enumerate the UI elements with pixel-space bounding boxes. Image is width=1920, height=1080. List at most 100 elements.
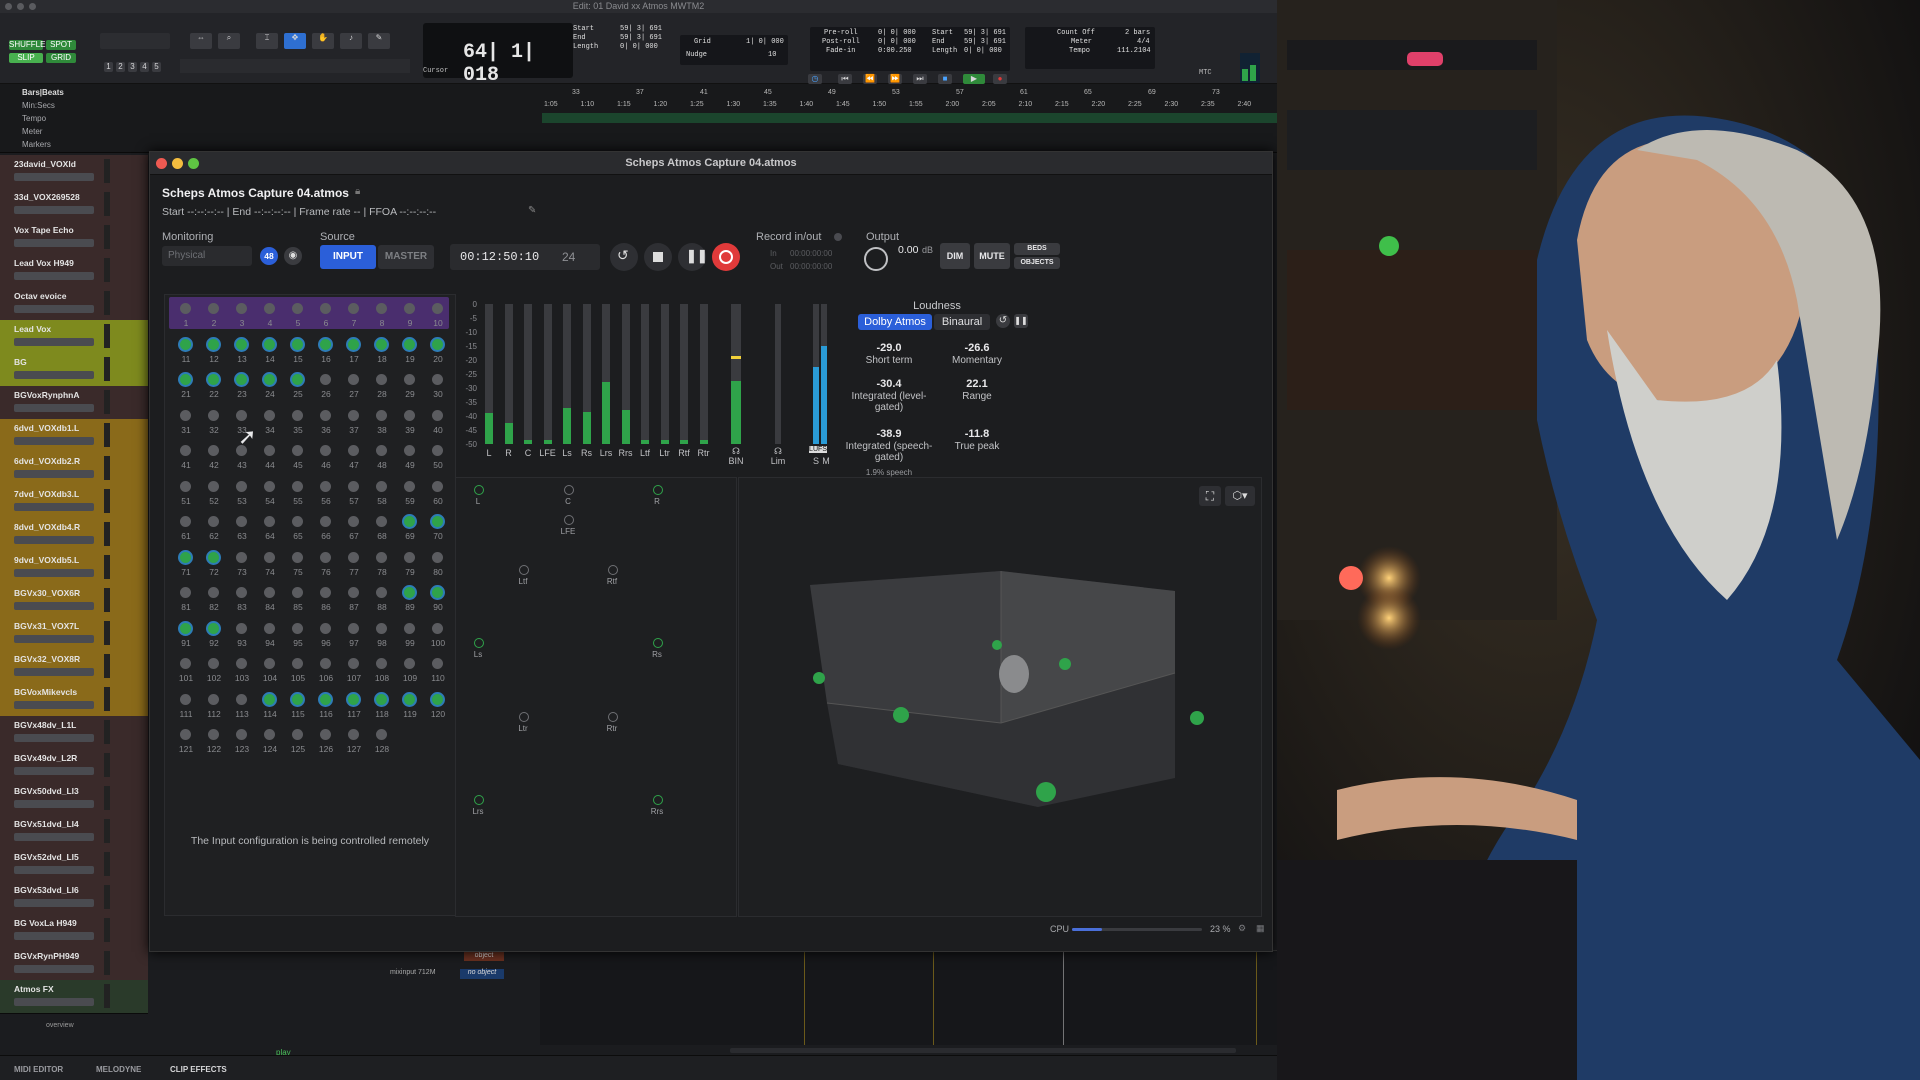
zoom-preset-2[interactable]: 2: [116, 62, 125, 72]
track-name[interactable]: Atmos FX: [14, 984, 54, 994]
track-row[interactable]: 6dvd_VOXdb2.R: [0, 452, 148, 486]
channel-cell[interactable]: 106: [313, 656, 341, 692]
track-row[interactable]: BGVx53dvd_LI6: [0, 881, 148, 915]
channel-cell[interactable]: 44: [257, 443, 285, 479]
channel-cell[interactable]: 31: [173, 408, 201, 444]
counter-end-value[interactable]: 59| 3| 691: [620, 34, 662, 43]
tab-midi-editor[interactable]: MIDI EDITOR: [14, 1065, 63, 1074]
track-controls[interactable]: [14, 470, 94, 478]
channel-cell[interactable]: 115: [285, 692, 313, 728]
track-controls[interactable]: [14, 503, 94, 511]
channel-cell[interactable]: 45: [285, 443, 313, 479]
channel-cell[interactable]: 53: [229, 479, 257, 515]
beds-button[interactable]: BEDS: [1014, 243, 1060, 255]
play-icon[interactable]: ▶: [963, 74, 985, 84]
channel-cell[interactable]: 73: [229, 550, 257, 586]
channel-cell[interactable]: 94: [257, 621, 285, 657]
lock-icon[interactable]: 🔒︎: [355, 186, 360, 197]
tab-clip-effects[interactable]: CLIP EFFECTS: [170, 1065, 227, 1074]
track-row[interactable]: 9dvd_VOXdb5.L: [0, 551, 148, 585]
channel-cell[interactable]: 107: [341, 656, 369, 692]
track-name[interactable]: 9dvd_VOXdb5.L: [14, 555, 79, 565]
channel-cell[interactable]: 2: [201, 301, 229, 337]
channel-cell[interactable]: 29: [397, 372, 425, 408]
track-controls[interactable]: [14, 635, 94, 643]
channel-cell[interactable]: 114: [257, 692, 285, 728]
track-name[interactable]: BGVx50dvd_LI3: [14, 786, 79, 796]
channel-cell[interactable]: 128: [369, 727, 397, 763]
channel-cell[interactable]: 88: [369, 585, 397, 621]
channel-cell[interactable]: 67: [341, 514, 369, 550]
object-3d-view[interactable]: ⛶ ⬡▾: [738, 477, 1262, 917]
stop-icon[interactable]: ■: [938, 74, 952, 84]
channel-cell[interactable]: 16: [313, 337, 341, 373]
settings-gear-icon[interactable]: ⚙: [1238, 923, 1246, 934]
fast-forward-icon[interactable]: ⏩: [888, 74, 902, 84]
pause-button[interactable]: ❚❚: [678, 243, 706, 271]
record-icon[interactable]: ●: [993, 74, 1007, 84]
channel-cell[interactable]: 96: [313, 621, 341, 657]
track-controls[interactable]: [14, 833, 94, 841]
channel-cell[interactable]: 78: [369, 550, 397, 586]
rewind-icon[interactable]: ⏪: [863, 74, 877, 84]
speaker-dot[interactable]: [474, 638, 484, 648]
dim-button[interactable]: DIM: [940, 243, 970, 269]
channel-cell[interactable]: 32: [201, 408, 229, 444]
track-row[interactable]: 8dvd_VOXdb4.R: [0, 518, 148, 552]
channel-cell[interactable]: 66: [313, 514, 341, 550]
output-knob[interactable]: [864, 247, 888, 271]
track-controls[interactable]: [14, 668, 94, 676]
track-name[interactable]: Lead Vox: [14, 324, 51, 334]
tab-dolby-atmos[interactable]: Dolby Atmos: [858, 314, 932, 330]
loudness-pause-icon[interactable]: ❚❚: [1014, 314, 1028, 328]
channel-cell[interactable]: 57: [341, 479, 369, 515]
channel-cell[interactable]: 103: [229, 656, 257, 692]
channel-cell[interactable]: 28: [369, 372, 397, 408]
zoom-preset-3[interactable]: 3: [128, 62, 137, 72]
channel-cell[interactable]: 7: [341, 301, 369, 337]
grid-mode-button[interactable]: GRID: [46, 53, 76, 63]
channel-cell[interactable]: 90: [425, 585, 453, 621]
track-name[interactable]: BGVx51dvd_LI4: [14, 819, 79, 829]
channel-cell[interactable]: 30: [425, 372, 453, 408]
track-name[interactable]: 33d_VOX269528: [14, 192, 80, 202]
track-row[interactable]: BG: [0, 353, 148, 387]
grid-icon[interactable]: ▦: [1256, 923, 1265, 934]
record-out-value[interactable]: 00:00:00:00: [790, 262, 832, 271]
track-controls[interactable]: [14, 272, 94, 280]
history-button[interactable]: ↺: [610, 243, 638, 271]
track-controls[interactable]: [14, 800, 94, 808]
monitoring-select[interactable]: Physical: [162, 246, 252, 266]
track-name[interactable]: BGVoxRynphnA: [14, 390, 79, 400]
ruler-min-secs[interactable]: Min:Secs: [22, 101, 55, 110]
channel-cell[interactable]: 86: [313, 585, 341, 621]
channel-cell[interactable]: 84: [257, 585, 285, 621]
slip-button[interactable]: SLIP: [9, 53, 43, 63]
track-controls[interactable]: [14, 305, 94, 313]
speaker-dot[interactable]: [653, 638, 663, 648]
channel-cell[interactable]: 35: [285, 408, 313, 444]
channel-cell[interactable]: 83: [229, 585, 257, 621]
channel-cell[interactable]: 38: [369, 408, 397, 444]
channel-cell[interactable]: 51: [173, 479, 201, 515]
mute-button[interactable]: MUTE: [974, 243, 1010, 269]
zoom-preset-5[interactable]: 5: [152, 62, 161, 72]
track-name[interactable]: BGVx30_VOX6R: [14, 588, 80, 598]
channel-cell[interactable]: 76: [313, 550, 341, 586]
ruler-tempo[interactable]: Tempo: [22, 114, 46, 123]
speaker-dot[interactable]: [608, 712, 618, 722]
track-name[interactable]: BGVx32_VOX8R: [14, 654, 80, 664]
speaker-dot[interactable]: [474, 795, 484, 805]
channel-cell[interactable]: 100: [425, 621, 453, 657]
track-name[interactable]: Vox Tape Echo: [14, 225, 74, 235]
track-row[interactable]: Vox Tape Echo: [0, 221, 148, 255]
channel-cell[interactable]: 77: [341, 550, 369, 586]
speaker-dot[interactable]: [474, 485, 484, 495]
track-name[interactable]: 6dvd_VOXdb2.R: [14, 456, 80, 466]
channel-cell[interactable]: 58: [369, 479, 397, 515]
channel-cell[interactable]: 79: [397, 550, 425, 586]
channel-cell[interactable]: 5: [285, 301, 313, 337]
channel-cell[interactable]: 49: [397, 443, 425, 479]
channel-cell[interactable]: 40: [425, 408, 453, 444]
track-controls[interactable]: [14, 371, 94, 379]
